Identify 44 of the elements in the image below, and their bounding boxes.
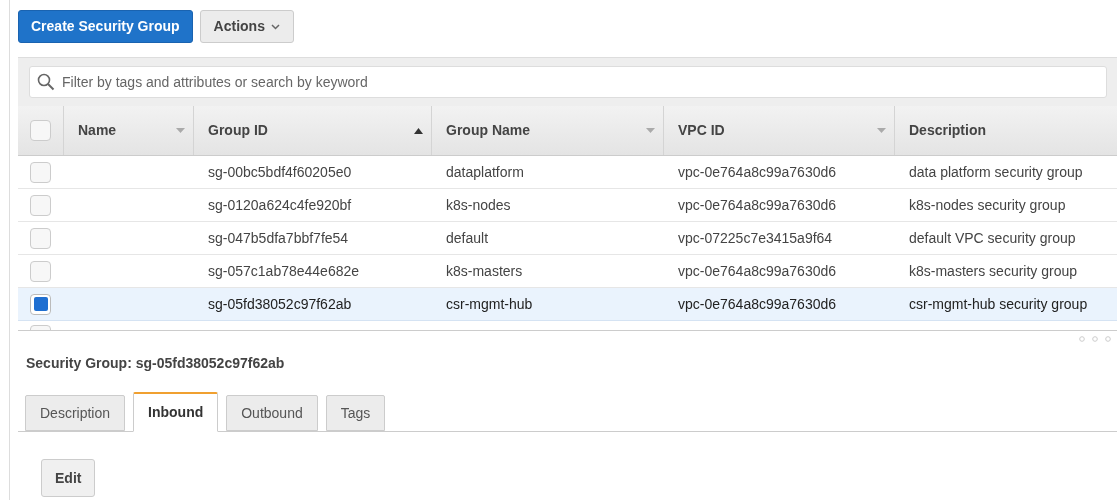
- table-cell: k8s-nodes security group: [909, 196, 1066, 213]
- table-cell: default: [446, 229, 489, 246]
- column-header[interactable]: Description: [894, 106, 1101, 155]
- table-cell: vpc-0e764a8c99a7630d6: [678, 163, 837, 180]
- caret-icon: [270, 23, 280, 30]
- column-header[interactable]: Name: [63, 106, 193, 155]
- table-cell: csr-mgmt-hub: [446, 295, 533, 312]
- table-cell: sg-05fd38052c97f62ab: [208, 295, 352, 312]
- table-cell: sg-057c1ab78e44e682e: [208, 262, 360, 279]
- checkbox[interactable]: [30, 161, 51, 183]
- edit-button[interactable]: Edit: [41, 459, 96, 497]
- table-cell: k8s-nodes: [446, 196, 511, 213]
- tab[interactable]: Outbound: [226, 395, 318, 431]
- checkbox[interactable]: [30, 120, 51, 141]
- create-security-group-button[interactable]: Create Security Group: [18, 10, 193, 43]
- table-row[interactable]: sg-05fd38052c97f62ab csr-mgmt-hub vpc-0e764a8c99a7630d6 csr-mgmt-hub security group: [18, 288, 1117, 321]
- table-cell: default VPC security group: [909, 229, 1076, 246]
- search-field[interactable]: Filter by tags and attributes or search by keyword: [29, 66, 1107, 98]
- table-cell: dataplatform: [446, 163, 524, 180]
- table-cell: data platform security group: [909, 163, 1083, 180]
- table-cell: vpc-0e764a8c99a7630d6: [678, 295, 837, 312]
- column-header[interactable]: Group Name: [431, 106, 663, 155]
- tab[interactable]: Inbound: [133, 392, 219, 432]
- checkbox[interactable]: [30, 194, 51, 216]
- resize-handle-icon: [1078, 336, 1114, 342]
- table-cell: csr-mgmt-hub security group: [909, 295, 1088, 312]
- checkbox[interactable]: [30, 227, 51, 249]
- column-header[interactable]: VPC ID: [663, 106, 894, 155]
- table-cell: k8s-masters: [446, 262, 523, 279]
- table-cell: vpc-0e764a8c99a7630d6: [678, 196, 837, 213]
- table-cell: sg-00bc5bdf4f60205e0: [208, 163, 352, 180]
- details-title: Security Group: sg-05fd38052c97f62ab: [26, 354, 286, 373]
- checkbox[interactable]: [30, 293, 51, 315]
- tab[interactable]: Tags: [325, 395, 386, 431]
- checkbox[interactable]: [30, 260, 51, 282]
- table-cell: vpc-0e764a8c99a7630d6: [678, 262, 837, 279]
- column-header[interactable]: Group ID: [193, 106, 431, 155]
- tab[interactable]: Description: [25, 395, 126, 431]
- actions-button[interactable]: Actions: [199, 10, 294, 43]
- table-cell: k8s-masters security group: [909, 262, 1078, 279]
- table-cell: vpc-07225c7e3415a9f64: [678, 229, 833, 246]
- table-cell: sg-047b5dfa7bbf7fe54: [208, 229, 349, 246]
- table-cell: sg-0120a624c4fe920bf: [208, 196, 352, 213]
- search-icon: [37, 73, 55, 91]
